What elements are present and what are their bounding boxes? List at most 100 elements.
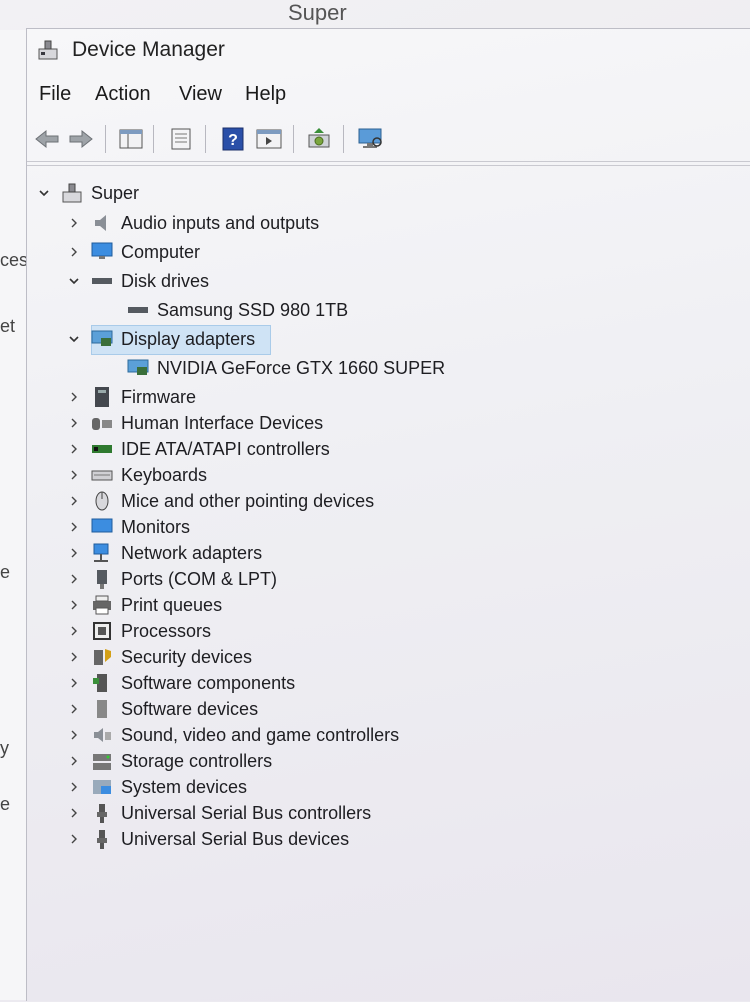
- tree-item-label: NVIDIA GeForce GTX 1660 SUPER: [157, 357, 446, 378]
- tree-child-samsung-ssd-980-1tb[interactable]: Samsung SSD 980 1TB: [127, 297, 348, 323]
- tree-item-processors[interactable]: Processors: [67, 618, 211, 644]
- tree-item-security-devices[interactable]: Security devices: [67, 644, 252, 670]
- menu-file[interactable]: File: [39, 83, 71, 106]
- chevron-right-icon[interactable]: [67, 702, 81, 716]
- tree-item-label: Human Interface Devices: [121, 412, 324, 433]
- disk-drive-icon: [91, 271, 113, 291]
- tree-item-label: Security devices: [121, 646, 253, 667]
- chevron-right-icon[interactable]: [67, 832, 81, 846]
- tree-item-display-adapters[interactable]: Display adapters: [67, 326, 255, 352]
- processor-icon: [91, 621, 113, 641]
- tree-item-firmware[interactable]: Firmware: [67, 384, 196, 410]
- chevron-right-icon[interactable]: [67, 494, 81, 508]
- software-component-icon: [91, 673, 113, 693]
- tree-item-label: Storage controllers: [121, 750, 273, 771]
- properties-icon[interactable]: [167, 125, 195, 153]
- chevron-right-icon[interactable]: [67, 780, 81, 794]
- tree-item-label: Ports (COM & LPT): [121, 568, 278, 589]
- chevron-down-icon[interactable]: [37, 186, 51, 200]
- tree-item-ports-com-lpt[interactable]: Ports (COM & LPT): [67, 566, 277, 592]
- security-device-icon: [91, 647, 113, 667]
- tree-item-label: Audio inputs and outputs: [121, 212, 320, 233]
- tree-item-print-queues[interactable]: Print queues: [67, 592, 222, 618]
- tree-item-label: Computer: [121, 241, 201, 262]
- chevron-down-icon[interactable]: [67, 274, 81, 288]
- chevron-right-icon[interactable]: [67, 728, 81, 742]
- chevron-right-icon[interactable]: [67, 216, 81, 230]
- menu-action[interactable]: Action: [95, 83, 151, 106]
- menu-help[interactable]: Help: [245, 83, 286, 106]
- run-view-icon[interactable]: [255, 125, 283, 153]
- chevron-right-icon[interactable]: [67, 754, 81, 768]
- tree-item-storage-controllers[interactable]: Storage controllers: [67, 748, 272, 774]
- device-manager-window: Device Manager File Action View Help ? S…: [26, 28, 750, 1001]
- chevron-right-icon[interactable]: [67, 806, 81, 820]
- chevron-right-icon[interactable]: [67, 468, 81, 482]
- chevron-right-icon[interactable]: [67, 442, 81, 456]
- printer-icon: [91, 595, 113, 615]
- tree-item-label: Network adapters: [121, 542, 263, 563]
- chevron-right-icon[interactable]: [67, 650, 81, 664]
- tree-item-disk-drives[interactable]: Disk drives: [67, 268, 209, 294]
- tree-item-software-devices[interactable]: Software devices: [67, 696, 258, 722]
- chevron-right-icon[interactable]: [67, 416, 81, 430]
- tree-item-sound-video-and-game-controllers[interactable]: Sound, video and game controllers: [67, 722, 399, 748]
- computer-root-icon: [61, 183, 83, 203]
- chevron-right-icon[interactable]: [67, 390, 81, 404]
- chevron-right-icon[interactable]: [67, 598, 81, 612]
- tree-item-human-interface-devices[interactable]: Human Interface Devices: [67, 410, 323, 436]
- tree-item-ide-ata-atapi-controllers[interactable]: IDE ATA/ATAPI controllers: [67, 436, 330, 462]
- menu-bar: File Action View Help: [27, 79, 750, 113]
- help-icon[interactable]: ?: [219, 125, 247, 153]
- background-text-fragment: et: [0, 316, 16, 336]
- chevron-right-icon[interactable]: [67, 546, 81, 560]
- update-driver-icon[interactable]: [305, 125, 333, 153]
- display-adapter-icon: [91, 329, 113, 349]
- chevron-right-icon[interactable]: [67, 245, 81, 259]
- tree-item-universal-serial-bus-devices[interactable]: Universal Serial Bus devices: [67, 826, 349, 852]
- device-tree: Super Audio inputs and outputs Computer Dis…: [27, 165, 750, 1002]
- back-arrow-icon[interactable]: [33, 125, 61, 153]
- sound-icon: [91, 725, 113, 745]
- chevron-down-icon[interactable]: [67, 332, 81, 346]
- tree-item-label: Monitors: [121, 516, 191, 537]
- chevron-right-icon[interactable]: [67, 624, 81, 638]
- ide-controller-icon: [91, 439, 113, 459]
- usb-icon: [91, 803, 113, 823]
- port-icon: [91, 569, 113, 589]
- tree-item-mice-and-other-pointing-devices[interactable]: Mice and other pointing devices: [67, 488, 374, 514]
- forward-arrow-icon[interactable]: [67, 125, 95, 153]
- tree-item-computer[interactable]: Computer: [67, 239, 200, 265]
- speaker-icon: [91, 213, 113, 233]
- title-bar[interactable]: Device Manager: [27, 29, 750, 73]
- tree-item-monitors[interactable]: Monitors: [67, 514, 190, 540]
- tree-item-label: Samsung SSD 980 1TB: [157, 299, 349, 320]
- tree-item-network-adapters[interactable]: Network adapters: [67, 540, 262, 566]
- show-hide-tree-icon[interactable]: [117, 125, 145, 153]
- background-window-left-pane: ces et e y e: [0, 30, 27, 1000]
- computer-icon: [91, 242, 113, 262]
- tree-item-universal-serial-bus-controllers[interactable]: Universal Serial Bus controllers: [67, 800, 371, 826]
- tree-item-label: Super: [91, 182, 140, 203]
- tree-item-keyboards[interactable]: Keyboards: [67, 462, 207, 488]
- scan-hardware-icon[interactable]: [357, 125, 385, 153]
- tree-child-nvidia-geforce-gtx-1660-super[interactable]: NVIDIA GeForce GTX 1660 SUPER: [127, 355, 445, 381]
- svg-text:?: ?: [228, 132, 238, 149]
- chevron-right-icon[interactable]: [67, 572, 81, 586]
- tree-root[interactable]: Super: [37, 180, 139, 206]
- tree-item-label: Keyboards: [121, 464, 208, 485]
- tree-item-system-devices[interactable]: System devices: [67, 774, 247, 800]
- menu-view[interactable]: View: [179, 83, 222, 106]
- tree-item-label: Sound, video and game controllers: [121, 724, 400, 745]
- background-window-title: Super: [288, 0, 347, 25]
- software-device-icon: [91, 699, 113, 719]
- usb-icon: [91, 829, 113, 849]
- tree-item-software-components[interactable]: Software components: [67, 670, 295, 696]
- tree-item-label: Print queues: [121, 594, 223, 615]
- chevron-right-icon[interactable]: [67, 520, 81, 534]
- storage-controller-icon: [91, 751, 113, 771]
- tree-item-audio-inputs-and-outputs[interactable]: Audio inputs and outputs: [67, 210, 319, 236]
- chevron-right-icon[interactable]: [67, 676, 81, 690]
- network-adapter-icon: [91, 543, 113, 563]
- keyboard-icon: [91, 465, 113, 485]
